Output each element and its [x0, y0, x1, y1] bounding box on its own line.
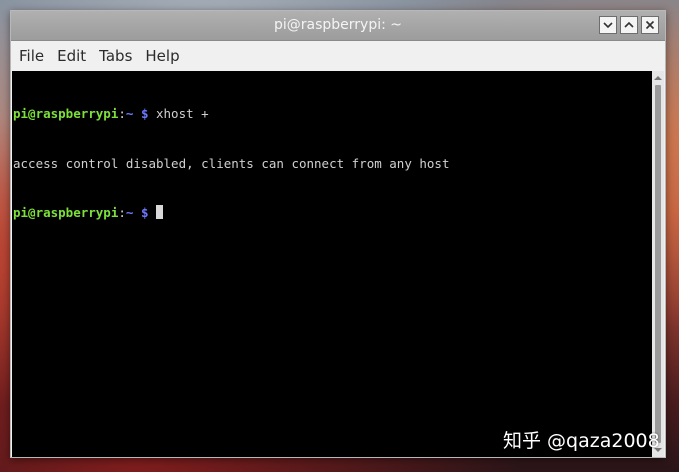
output-text: access control disabled, clients can con…: [13, 155, 450, 171]
terminal-line: pi@raspberrypi:~ $ xhost +: [13, 106, 653, 123]
menu-file[interactable]: File: [19, 47, 52, 65]
prompt-path: ~ $: [125, 205, 149, 220]
menu-bar: File Edit Tabs Help: [11, 41, 665, 70]
menu-tabs[interactable]: Tabs: [99, 47, 140, 65]
window-title: pi@raspberrypi: ~: [273, 17, 403, 33]
command-text: xhost +: [148, 106, 209, 121]
maximize-button[interactable]: [620, 16, 638, 34]
close-button[interactable]: [641, 16, 659, 34]
prompt-user-host: pi@raspberrypi: [13, 106, 119, 121]
terminal-line: pi@raspberrypi:~ $: [13, 205, 653, 222]
window-controls: [599, 16, 659, 34]
terminal-line: access control disabled, clients can con…: [13, 156, 653, 173]
menu-edit[interactable]: Edit: [57, 47, 94, 65]
scrollbar-thumb[interactable]: [655, 85, 661, 443]
prompt-colon: :: [118, 106, 126, 121]
text-cursor: [156, 205, 163, 219]
minimize-icon: [603, 22, 613, 29]
vertical-scrollbar[interactable]: [652, 71, 664, 457]
maximize-icon: [624, 21, 634, 28]
watermark: 知乎 @qaza2008: [503, 430, 660, 452]
terminal-output[interactable]: pi@raspberrypi:~ $ xhost + access contro…: [12, 71, 653, 457]
prompt-path: ~ $: [125, 106, 149, 121]
minimize-button[interactable]: [599, 16, 617, 34]
scroll-up-arrow-icon[interactable]: [652, 72, 664, 84]
prompt-user-host: pi@raspberrypi: [13, 205, 119, 220]
title-bar[interactable]: pi@raspberrypi: ~: [11, 11, 665, 41]
close-icon: [645, 20, 655, 30]
command-input[interactable]: [148, 205, 156, 220]
terminal-window: pi@raspberrypi: ~ File Edit Tabs Help pi…: [10, 10, 666, 458]
prompt-colon: :: [118, 205, 126, 220]
menu-help[interactable]: Help: [145, 47, 187, 65]
